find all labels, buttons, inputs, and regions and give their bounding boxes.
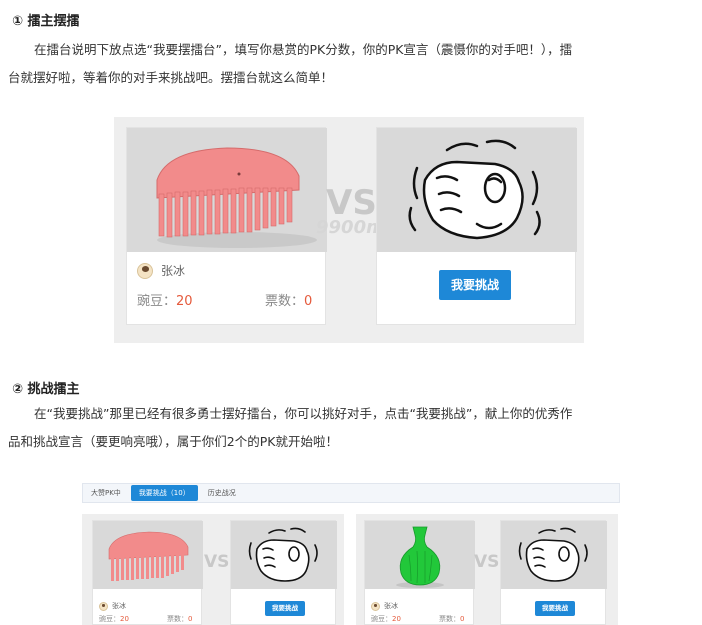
challenge-image [501, 521, 607, 589]
avatar [137, 262, 153, 279]
tab-history[interactable]: 历史战况 [200, 483, 244, 503]
challenge-card-right: 我要挑战 [376, 127, 577, 325]
user-name: 张冰 [112, 602, 126, 610]
entry-card-left: 张冰 豌豆：20 票数：0 [92, 520, 203, 625]
votes-label: 票数： [439, 615, 460, 623]
user-row: 张冰 [137, 262, 185, 279]
votes-label: 票数： [265, 294, 305, 309]
tab-bar: 大赞PK中 我要挑战（10） 历史战况 [82, 483, 620, 503]
beans-label: 豌豆： [371, 615, 392, 623]
section-heading-1: ① 擂主摆擂 [12, 14, 80, 29]
beans-value: 20 [120, 615, 129, 623]
votes-value: 0 [304, 294, 313, 309]
votes-label: 票数： [167, 615, 188, 623]
beans-count: 豌豆：20 [99, 614, 129, 624]
user-name: 张冰 [384, 602, 398, 610]
avatar [99, 601, 108, 611]
paragraph-line: 在擂台说明下放点选“我要摆擂台”，填写你悬赏的PK分数，你的PK宣言（震慑你的对… [34, 42, 573, 57]
comb-image [156, 147, 317, 248]
votes-value: 0 [188, 615, 193, 623]
user-row: 张冰 [371, 601, 398, 611]
challenge-button[interactable]: 我要挑战 [265, 601, 305, 616]
entry-image [127, 128, 327, 252]
beans-label: 豌豆： [137, 294, 177, 309]
beans-label: 豌豆： [99, 615, 120, 623]
paragraph-line: 在“我要挑战”那里已经有很多勇士摆好擂台，你可以挑好对手，点击“我要挑战”，献上… [34, 406, 573, 421]
beans-value: 20 [392, 615, 401, 623]
user-name: 张冰 [161, 264, 186, 278]
comb-image [108, 531, 189, 581]
section-paragraph-2: 在“我要挑战”那里已经有很多勇士摆好擂台，你可以挑好对手，点击“我要挑战”，献上… [8, 400, 692, 456]
beans-count: 豌豆：20 [137, 290, 193, 309]
section-heading-2: ② 挑战擂主 [12, 382, 80, 397]
votes-count: 票数：0 [439, 614, 464, 624]
entry-image [93, 521, 203, 589]
pk-illustration-large: 张冰 豌豆：20 票数：0 VS 9900me.com 我要挑战 [114, 117, 584, 343]
pk-block-small: 张冰 豌豆：20 票数：0 VS 我要挑战 [82, 514, 344, 625]
pk-block-small: 张冰 豌豆：20 票数：0 VS 我要挑战 [356, 514, 618, 625]
votes-count: 票数：0 [167, 614, 192, 624]
entry-card-left: 张冰 豌豆：20 票数：0 [126, 127, 327, 325]
votes-value: 0 [460, 615, 465, 623]
pointing-fist-icon [518, 527, 588, 582]
vs-label: VS [474, 552, 500, 572]
challenge-card-right: 我要挑战 [230, 520, 337, 625]
beans-value: 20 [176, 294, 193, 309]
user-row: 张冰 [99, 601, 126, 611]
challenge-button[interactable]: 我要挑战 [439, 270, 511, 300]
paragraph-line: 品和挑战宣言（要更响亮哦），属于你们2个的PK就开始啦！ [8, 434, 338, 449]
votes-count: 票数：0 [265, 290, 312, 309]
vs-label: VS [204, 552, 230, 572]
challenge-image [377, 128, 577, 252]
challenge-button[interactable]: 我要挑战 [535, 601, 575, 616]
section-paragraph-1: 在擂台说明下放点选“我要摆擂台”，填写你悬赏的PK分数，你的PK宣言（震慑你的对… [8, 36, 692, 92]
challenge-image [231, 521, 337, 589]
beans-count: 豌豆：20 [371, 614, 401, 624]
entry-card-left: 张冰 豌豆：20 票数：0 [364, 520, 475, 625]
challenge-card-right: 我要挑战 [500, 520, 607, 625]
tab-challenge[interactable]: 我要挑战（10） [130, 485, 198, 501]
pointing-fist-icon [408, 139, 541, 240]
avatar [371, 601, 380, 611]
pointing-fist-icon [248, 527, 318, 582]
paragraph-line: 台就摆好啦，等着你的对手来挑战吧。摆擂台就这么简单！ [8, 70, 334, 85]
tab-hot-pk[interactable]: 大赞PK中 [83, 483, 129, 503]
vase-image [396, 526, 444, 588]
entry-image [365, 521, 475, 589]
